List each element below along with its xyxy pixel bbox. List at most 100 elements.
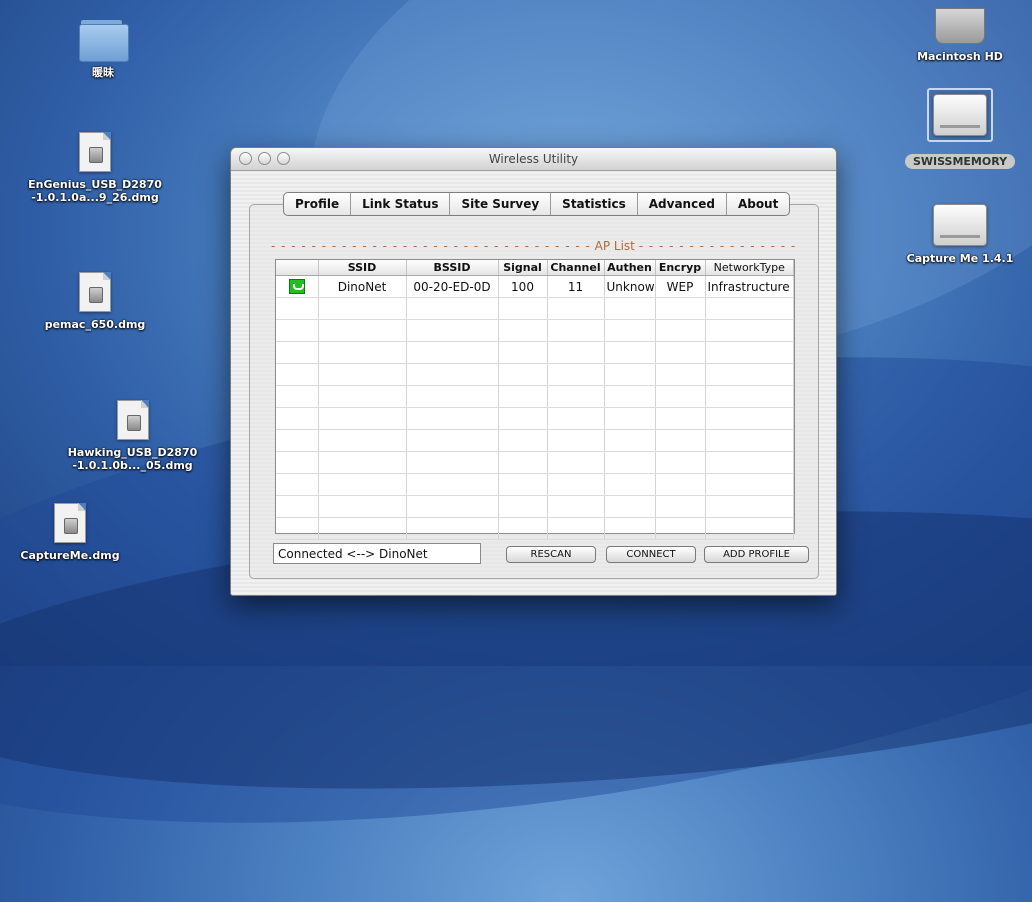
table-cell-empty bbox=[406, 297, 499, 320]
desktop-icon-label: CaptureMe.dmg bbox=[20, 549, 120, 562]
desktop-icon-folder[interactable]: 暖昧 bbox=[58, 20, 148, 79]
table-cell-empty bbox=[498, 341, 548, 364]
connect-button[interactable]: CONNECT bbox=[606, 546, 696, 563]
table-cell-empty bbox=[498, 363, 548, 386]
table-row-empty[interactable] bbox=[276, 319, 794, 342]
cell-channel: 11 bbox=[547, 275, 605, 298]
table-cell-empty bbox=[705, 495, 794, 518]
tab-about[interactable]: About bbox=[727, 193, 789, 215]
column-header-network-type[interactable]: NetworkType bbox=[705, 260, 794, 276]
table-cell-empty bbox=[547, 517, 605, 540]
desktop-icon-engenius-dmg[interactable]: EnGenius_USB_D2870 -1.0.1.0a...9_26.dmg bbox=[10, 132, 180, 204]
window-title: Wireless Utility bbox=[488, 152, 579, 166]
table-cell-empty bbox=[318, 407, 407, 430]
desktop-icon-label: 暖昧 bbox=[92, 66, 114, 79]
table-cell-empty bbox=[547, 385, 605, 408]
table-cell-empty bbox=[406, 385, 499, 408]
table-header-row: SSID BSSID Signal Channel Authen Encryp … bbox=[276, 260, 794, 276]
desktop-icon-label: SWISSMEMORY bbox=[904, 154, 1016, 169]
table-cell-empty bbox=[276, 473, 319, 496]
table-cell-empty bbox=[498, 451, 548, 474]
table-cell-empty bbox=[276, 407, 319, 430]
table-cell-empty bbox=[604, 517, 656, 540]
row-icon-cell bbox=[276, 275, 319, 298]
table-cell-empty bbox=[705, 341, 794, 364]
table-cell-empty bbox=[705, 363, 794, 386]
desktop-icon-macintosh-hd[interactable]: Macintosh HD bbox=[900, 8, 1020, 63]
tab-profile[interactable]: Profile bbox=[284, 193, 352, 215]
table-cell-empty bbox=[705, 319, 794, 342]
table-row-empty[interactable] bbox=[276, 451, 794, 474]
desktop-icon-hawking-dmg[interactable]: Hawking_USB_D2870 -1.0.1.0b..._05.dmg bbox=[50, 400, 215, 472]
table-row-empty[interactable] bbox=[276, 297, 794, 320]
table-cell-empty bbox=[406, 429, 499, 452]
table-cell-empty bbox=[604, 451, 656, 474]
table-row-empty[interactable] bbox=[276, 363, 794, 386]
table-cell-empty bbox=[276, 341, 319, 364]
table-cell-empty bbox=[276, 495, 319, 518]
table-cell-empty bbox=[318, 297, 407, 320]
table-cell-empty bbox=[705, 429, 794, 452]
table-cell-empty bbox=[498, 473, 548, 496]
table-cell-empty bbox=[498, 517, 548, 540]
table-row-empty[interactable] bbox=[276, 517, 794, 540]
tab-site-survey[interactable]: Site Survey bbox=[450, 193, 552, 215]
table-cell-empty bbox=[318, 473, 407, 496]
selection-highlight bbox=[927, 88, 993, 142]
table-cell-empty bbox=[406, 363, 499, 386]
table-cell-empty bbox=[318, 385, 407, 408]
ap-list-header: - - - - - - - - - - - - - - - - - - - - … bbox=[271, 239, 798, 253]
title-bar[interactable]: Wireless Utility bbox=[231, 148, 836, 171]
table-cell-empty bbox=[655, 407, 706, 430]
table-row-empty[interactable] bbox=[276, 429, 794, 452]
ap-list-table[interactable]: SSID BSSID Signal Channel Authen Encryp … bbox=[275, 259, 795, 540]
cell-authen: Unknow bbox=[604, 275, 656, 298]
table-cell-empty bbox=[604, 385, 656, 408]
table-cell-empty bbox=[547, 363, 605, 386]
table-cell-empty bbox=[276, 363, 319, 386]
column-header-bssid[interactable]: BSSID bbox=[406, 260, 499, 276]
column-header-ssid[interactable]: SSID bbox=[318, 260, 407, 276]
table-row[interactable]: DinoNet 00-20-ED-0D 100 11 Unknow WEP In… bbox=[276, 275, 794, 298]
desktop-icon-label: Capture Me 1.4.1 bbox=[906, 252, 1014, 265]
tab-statistics[interactable]: Statistics bbox=[551, 193, 638, 215]
column-header-channel[interactable]: Channel bbox=[547, 260, 605, 276]
add-profile-button[interactable]: ADD PROFILE bbox=[704, 546, 809, 563]
tab-advanced[interactable]: Advanced bbox=[638, 193, 727, 215]
table-row-empty[interactable] bbox=[276, 341, 794, 364]
table-cell-empty bbox=[655, 473, 706, 496]
table-cell-empty bbox=[318, 495, 407, 518]
column-header-authen[interactable]: Authen bbox=[604, 260, 656, 276]
table-cell-empty bbox=[406, 451, 499, 474]
column-header-signal[interactable]: Signal bbox=[498, 260, 548, 276]
cell-bssid: 00-20-ED-0D bbox=[406, 275, 499, 298]
desktop-icon-captureme-dmg[interactable]: CaptureMe.dmg bbox=[10, 503, 130, 562]
desktop-icon-pemac-dmg[interactable]: pemac_650.dmg bbox=[20, 272, 170, 331]
table-row-empty[interactable] bbox=[276, 473, 794, 496]
rescan-button[interactable]: RESCAN bbox=[506, 546, 596, 563]
tab-link-status[interactable]: Link Status bbox=[351, 193, 451, 215]
table-cell-empty bbox=[406, 495, 499, 518]
removable-drive-icon bbox=[933, 204, 987, 246]
table-cell-empty bbox=[498, 297, 548, 320]
column-header-icon[interactable] bbox=[276, 260, 319, 276]
desktop-icon-capture-me[interactable]: Capture Me 1.4.1 bbox=[900, 204, 1020, 265]
table-cell-empty bbox=[655, 319, 706, 342]
table-cell-empty bbox=[655, 451, 706, 474]
ap-list-title: AP List bbox=[594, 239, 635, 253]
table-cell-empty bbox=[705, 407, 794, 430]
table-cell-empty bbox=[604, 319, 656, 342]
table-row-empty[interactable] bbox=[276, 407, 794, 430]
column-header-encryp[interactable]: Encryp bbox=[655, 260, 706, 276]
desktop-icon-label: Macintosh HD bbox=[917, 50, 1003, 63]
table-cell-empty bbox=[318, 319, 407, 342]
disk-image-icon bbox=[116, 400, 149, 440]
table-cell-empty bbox=[318, 363, 407, 386]
table-row-empty[interactable] bbox=[276, 385, 794, 408]
wifi-connected-icon bbox=[288, 279, 305, 294]
desktop-icon-swissmemory[interactable]: SWISSMEMORY bbox=[900, 88, 1020, 169]
table-cell-empty bbox=[604, 363, 656, 386]
table-cell-empty bbox=[276, 517, 319, 540]
table-row-empty[interactable] bbox=[276, 495, 794, 518]
table-cell-empty bbox=[276, 385, 319, 408]
